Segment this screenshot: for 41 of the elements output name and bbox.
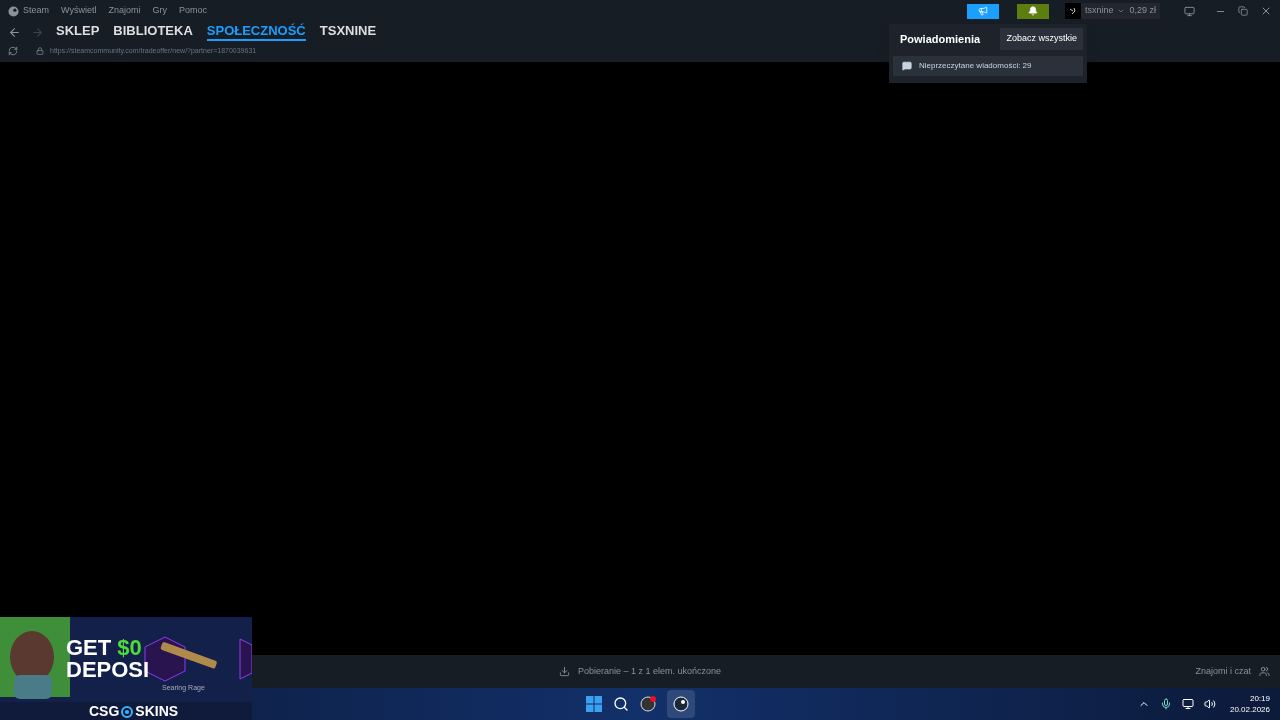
microphone-icon[interactable] (1159, 698, 1172, 710)
see-all-button[interactable]: Zobacz wszystkie (1000, 28, 1083, 50)
volume-icon[interactable] (1203, 698, 1216, 710)
menu-item[interactable]: Pomoc (178, 4, 207, 18)
download-status[interactable]: Pobieranie – 1 z 1 elem. ukończone (577, 664, 722, 679)
nav-tab[interactable]: TSXNINE (319, 23, 377, 41)
menu-item[interactable]: Gry (152, 4, 167, 18)
message-icon (902, 60, 912, 71)
avatar-icon (1064, 3, 1081, 19)
menu-item[interactable]: Wyświetl (61, 4, 97, 18)
ad-amount: $0 (117, 637, 142, 659)
menu-item[interactable]: Znajomi (108, 4, 141, 18)
brand-text: SKINS (135, 702, 179, 720)
start-icon[interactable] (585, 695, 603, 713)
announcements-button[interactable] (966, 3, 999, 19)
search-icon[interactable] (613, 696, 629, 712)
brand-text: CSG (89, 702, 120, 720)
chevron-down-icon (1117, 7, 1126, 15)
friends-icon (1259, 666, 1270, 677)
megaphone-icon (977, 6, 988, 16)
restore-icon[interactable] (1238, 6, 1248, 16)
notification-item[interactable]: Nieprzeczytane wiadomości: 29 (893, 55, 1083, 76)
menu-item[interactable]: Steam (23, 4, 49, 18)
close-icon[interactable] (1260, 5, 1272, 17)
reload-icon[interactable] (8, 46, 18, 56)
notifications-title: Powiadomienia (900, 31, 981, 47)
bell-icon (1027, 6, 1038, 16)
target-icon (121, 705, 134, 718)
nav-tab[interactable]: SPOŁECZNOŚĆ (206, 23, 306, 41)
big-picture-icon[interactable] (1184, 5, 1195, 17)
nav-tab[interactable]: SKLEP (56, 23, 100, 41)
clock[interactable]: 20:19 20.02.2026 (1229, 693, 1270, 715)
download-icon (558, 666, 570, 677)
back-icon[interactable] (8, 25, 21, 39)
steam-logo-icon (8, 5, 19, 17)
ad-headline: DEPOSI (66, 659, 150, 681)
nav-tab[interactable]: BIBLIOTEKA (113, 23, 193, 41)
steam-taskbar-icon[interactable] (667, 690, 695, 718)
ad-headline: GET (66, 637, 112, 659)
notifications-button[interactable] (1016, 3, 1049, 19)
lock-icon (36, 47, 44, 55)
